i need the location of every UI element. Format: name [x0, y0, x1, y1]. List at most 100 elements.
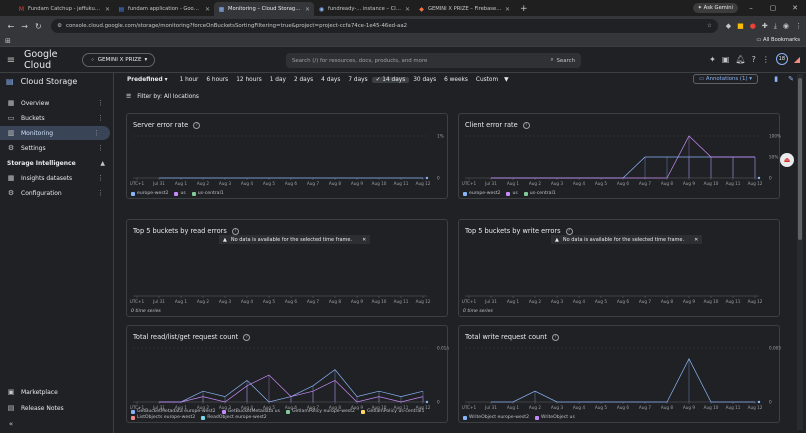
- sidebar-item-insights-datasets[interactable]: ▦ Insights datasets ⋮: [0, 171, 114, 185]
- sidebar-item-overview[interactable]: ▦ Overview ⋮: [0, 96, 114, 110]
- x-tick-label: Aug 2: [529, 181, 542, 186]
- console-search-input[interactable]: Search (/) for resources, docs, products…: [286, 53, 581, 68]
- puzzle-icon[interactable]: ✚: [762, 22, 768, 31]
- legend-item[interactable]: us: [506, 191, 518, 196]
- predefined-dropdown[interactable]: Predefined ▾: [127, 77, 168, 83]
- page-scrollbar[interactable]: [797, 74, 803, 430]
- sidebar-item-configuration[interactable]: ⚙ Configuration ⋮: [0, 186, 114, 200]
- url-input[interactable]: ⚙ console.cloud.google.com/storage/monit…: [51, 19, 718, 33]
- close-tab-icon[interactable]: ✕: [105, 6, 110, 13]
- minimize-icon[interactable]: –: [740, 4, 762, 12]
- browser-tab[interactable]: ◆ GEMINI X PRIZE – Firebase con ✕: [414, 2, 514, 16]
- extension-icon[interactable]: ■: [737, 22, 744, 31]
- collapse-sidebar-button[interactable]: «: [0, 417, 114, 431]
- time-range-7-days[interactable]: 7 days: [344, 77, 371, 83]
- help-icon[interactable]: ?: [752, 55, 756, 64]
- search-button[interactable]: ⌕ Search: [550, 57, 575, 64]
- pdf-icon[interactable]: ⏏: [780, 153, 794, 167]
- series-line: [491, 135, 755, 179]
- notifications-icon[interactable]: 🔔︎: [735, 55, 745, 64]
- legend-item[interactable]: WriteObject europe-west2: [463, 415, 529, 420]
- reload-icon[interactable]: ↻: [31, 22, 45, 31]
- custom-chevron-icon[interactable]: ▼: [504, 77, 508, 83]
- cloud-shell-icon[interactable]: ▣: [722, 55, 730, 64]
- sidebar-item-settings[interactable]: ⚙ Settings ⋮: [0, 141, 114, 155]
- menu-dots-icon[interactable]: ⋮: [795, 22, 802, 31]
- more-icon[interactable]: ⋮: [97, 189, 104, 197]
- legend-item[interactable]: WriteObject us: [535, 415, 575, 420]
- legend-item[interactable]: europe-west2: [131, 191, 168, 196]
- apps-grid-icon[interactable]: ⊞: [5, 37, 11, 45]
- sidebar-item-monitoring[interactable]: ▥ Monitoring ⋮: [0, 126, 110, 140]
- legend-item[interactable]: GetIamPolicy us-central1: [360, 409, 424, 414]
- y-tick-label: 0.01/s: [437, 346, 449, 351]
- time-range-1-hour[interactable]: 1 hour: [176, 77, 203, 83]
- legend-label: us: [512, 191, 518, 196]
- browser-tab[interactable]: ▤ fundam application - Google D ✕: [114, 2, 214, 16]
- scrollbar-thumb[interactable]: [798, 78, 802, 240]
- release-notes-icon: ▤: [7, 404, 15, 412]
- time-range-2-days[interactable]: 2 days: [290, 77, 317, 83]
- close-tab-icon[interactable]: ✕: [305, 6, 310, 13]
- legend-item[interactable]: europe-west2: [463, 191, 500, 196]
- new-tab-button[interactable]: +: [514, 2, 534, 16]
- edit-icon[interactable]: ✎: [788, 75, 794, 83]
- profile-icon[interactable]: ◉: [783, 22, 789, 31]
- sidebar-section-storage-intelligence[interactable]: Storage Intelligence ▲: [7, 157, 107, 169]
- more-icon[interactable]: ⋮: [97, 144, 104, 152]
- project-picker[interactable]: ⁘ GEMINI X PRIZE ▾: [82, 53, 156, 67]
- legend-item[interactable]: us-central1: [523, 191, 556, 196]
- all-bookmarks[interactable]: ▭ All Bookmarks: [756, 37, 800, 43]
- legend-item[interactable]: GetIamPolicy europe-west2: [285, 409, 355, 414]
- forward-icon[interactable]: →: [18, 22, 32, 31]
- sidebar-item-buckets[interactable]: ▭ Buckets ⋮: [0, 111, 114, 125]
- sidebar-item-marketplace[interactable]: ▣ Marketplace: [0, 385, 114, 399]
- ask-gemini-button[interactable]: ✦ Ask Gemini: [692, 3, 738, 13]
- google-cloud-logo[interactable]: Google Cloud: [24, 49, 78, 71]
- maximize-icon[interactable]: ▢: [762, 4, 784, 12]
- hamburger-menu-icon[interactable]: ≡: [0, 55, 22, 66]
- cloud-icon[interactable]: ◢: [794, 55, 800, 64]
- time-range-12-hours[interactable]: 12 hours: [232, 77, 266, 83]
- legend-item[interactable]: us-central1: [191, 191, 224, 196]
- more-options-icon[interactable]: ⋮: [762, 55, 770, 64]
- legend-item[interactable]: us: [174, 191, 186, 196]
- avatar[interactable]: 18: [775, 53, 788, 65]
- legend-item[interactable]: ReadObject europe-west2: [201, 415, 267, 420]
- legend-item[interactable]: ListObjects europe-west2: [131, 415, 195, 420]
- sidebar-item-label: Release Notes: [21, 404, 64, 412]
- site-info-icon[interactable]: ⚙: [57, 23, 62, 29]
- annotations-button[interactable]: ▭ Annotations (1) ▾: [693, 74, 758, 84]
- time-range-30-days[interactable]: 30 days: [409, 77, 440, 83]
- more-icon[interactable]: ⋮: [93, 129, 100, 137]
- time-range-14-days[interactable]: ✓ 14 days: [371, 76, 410, 83]
- close-tab-icon[interactable]: ✕: [205, 6, 210, 13]
- extension-icon[interactable]: ●: [750, 22, 756, 31]
- legend-item[interactable]: GetBucketMetadata us: [221, 409, 280, 414]
- more-icon[interactable]: ⋮: [97, 99, 104, 107]
- close-tab-icon[interactable]: ✕: [405, 6, 410, 13]
- legend-item[interactable]: GetBucketMetadata europe-west2: [131, 409, 216, 414]
- dashboard-icon[interactable]: ▮: [774, 75, 778, 83]
- close-tab-icon[interactable]: ✕: [505, 6, 510, 13]
- close-window-icon[interactable]: ✕: [784, 4, 806, 12]
- back-icon[interactable]: ←: [4, 22, 18, 31]
- sidebar-item-release-notes[interactable]: ▤ Release Notes: [0, 401, 114, 415]
- download-icon[interactable]: ⤓: [774, 22, 777, 31]
- browser-tab[interactable]: ◉ fundready-... instance – Cloud ✕: [314, 2, 414, 16]
- browser-tab[interactable]: ▦ Monitoring – Cloud Storage – ✕: [214, 2, 314, 16]
- time-range-6-hours[interactable]: 6 hours: [202, 77, 232, 83]
- browser-tab[interactable]: M Fundam Catchup - jeffukus@g ✕: [14, 2, 114, 16]
- time-range-1-day[interactable]: 1 day: [266, 77, 290, 83]
- filter-bar[interactable]: ☰ Filter by: All locations: [114, 91, 806, 103]
- dismiss-icon[interactable]: ✕: [362, 237, 366, 243]
- time-range-6-weeks[interactable]: 6 weeks: [440, 77, 472, 83]
- bookmark-star-icon[interactable]: ☆: [707, 23, 712, 29]
- dismiss-icon[interactable]: ✕: [694, 237, 698, 243]
- time-range-4-days[interactable]: 4 days: [317, 77, 344, 83]
- gemini-icon[interactable]: ✦: [709, 55, 716, 64]
- more-icon[interactable]: ⋮: [97, 174, 104, 182]
- time-range-custom[interactable]: Custom: [472, 77, 502, 83]
- more-icon[interactable]: ⋮: [97, 114, 104, 122]
- extension-icon[interactable]: ◆: [726, 22, 731, 31]
